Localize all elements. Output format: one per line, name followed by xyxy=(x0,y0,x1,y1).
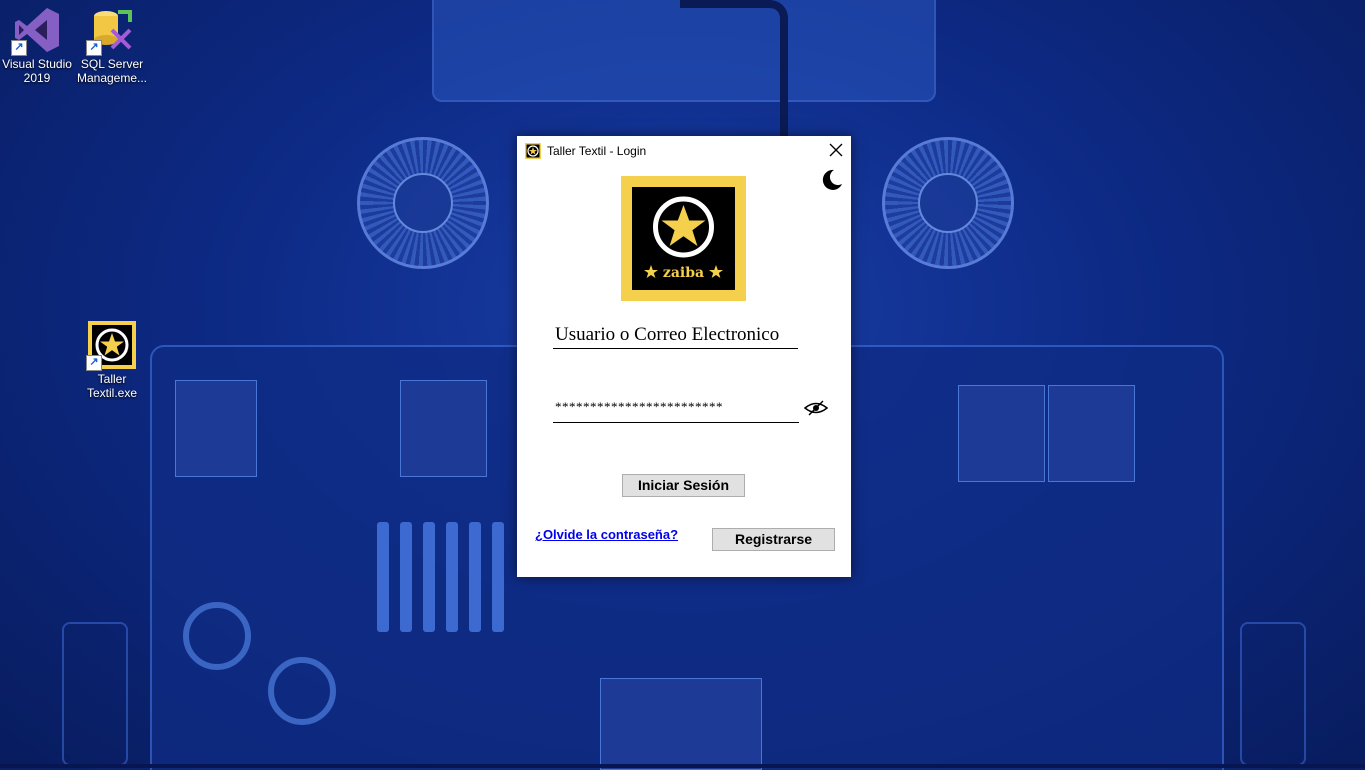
password-underline xyxy=(553,422,799,423)
desktop-icon-visual-studio[interactable]: ↗ Visual Studio 2019 xyxy=(0,6,76,85)
username-input[interactable]: Usuario o Correo Electronico xyxy=(555,324,779,346)
password-input[interactable]: ************************ xyxy=(555,399,723,415)
wallpaper-fan-right xyxy=(882,137,1014,269)
wallpaper-chip xyxy=(600,678,762,770)
wallpaper-port xyxy=(62,622,128,766)
desktop-icon-label: Taller xyxy=(97,372,127,386)
zaiba-star-icon: zaiba xyxy=(644,196,723,281)
close-icon xyxy=(829,143,843,157)
app-icon xyxy=(525,143,541,159)
close-button[interactable] xyxy=(821,136,851,164)
window-title: Taller Textil - Login xyxy=(547,144,647,158)
visual-studio-icon: ↗ xyxy=(11,6,61,56)
wallpaper-port xyxy=(1240,622,1306,766)
desktop-icon-label: 2019 xyxy=(23,71,51,85)
username-underline xyxy=(553,348,798,349)
register-button[interactable]: Registrarse xyxy=(712,528,835,551)
wallpaper-fan-left xyxy=(357,137,489,269)
shortcut-arrow-icon: ↗ xyxy=(86,355,102,371)
wallpaper-panel xyxy=(432,0,936,102)
taskbar-edge xyxy=(0,764,1365,768)
title-bar[interactable]: Taller Textil - Login xyxy=(517,136,851,166)
wallpaper-slot xyxy=(377,522,389,632)
eye-hidden-icon xyxy=(803,400,829,416)
wallpaper-ring xyxy=(268,657,336,725)
forgot-password-link[interactable]: ¿Olvide la contraseña? xyxy=(535,527,678,542)
zaiba-star-icon: ↗ xyxy=(86,321,136,371)
login-button[interactable]: Iniciar Sesión xyxy=(622,474,745,497)
desktop-icon-taller-textil[interactable]: ↗ Taller Textil.exe xyxy=(73,321,151,400)
moon-icon xyxy=(822,169,842,190)
wallpaper-cable xyxy=(680,0,788,143)
wallpaper-slot xyxy=(492,522,504,632)
password-toggle-button[interactable] xyxy=(803,400,829,416)
desktop-icon-label: Visual Studio xyxy=(2,57,72,71)
wallpaper-chip xyxy=(1048,385,1135,482)
wallpaper-chip xyxy=(175,380,257,477)
desktop-icon-label: SQL Server xyxy=(80,57,144,71)
theme-toggle-button[interactable] xyxy=(820,168,844,192)
wallpaper-slot xyxy=(400,522,412,632)
wallpaper-chip xyxy=(400,380,487,477)
shortcut-arrow-icon: ↗ xyxy=(86,40,102,56)
wallpaper-slot xyxy=(446,522,458,632)
sql-server-icon: ↗ xyxy=(86,6,136,56)
wallpaper-slot xyxy=(423,522,435,632)
app-logo: zaiba xyxy=(621,176,746,301)
desktop-icon-sql-server[interactable]: ↗ SQL Server Manageme... xyxy=(73,6,151,85)
desktop-icon-label: Manageme... xyxy=(76,71,148,85)
desktop-icon-label: Textil.exe xyxy=(86,386,138,400)
shortcut-arrow-icon: ↗ xyxy=(11,40,27,56)
logo-text: zaiba xyxy=(663,265,704,281)
login-dialog: Taller Textil - Login zaiba Usuario o Co… xyxy=(517,136,851,577)
wallpaper-ring xyxy=(183,602,251,670)
wallpaper-slot xyxy=(469,522,481,632)
wallpaper-chip xyxy=(958,385,1045,482)
